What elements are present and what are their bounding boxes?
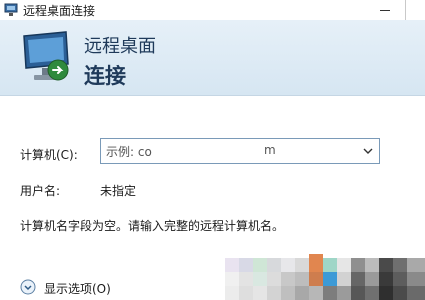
expand-circle-icon[interactable] <box>20 279 36 295</box>
computer-input-value-suffix[interactable]: m <box>264 143 276 157</box>
remote-desktop-icon <box>4 3 18 16</box>
pixelated-region <box>225 248 425 300</box>
username-label: 用户名: <box>20 184 61 198</box>
computer-input-value[interactable]: 示例: co <box>106 143 152 160</box>
header-title-line2: 连接 <box>84 64 126 88</box>
show-options-label[interactable]: 显示选项(O) <box>44 280 111 297</box>
status-message: 计算机名字段为空。请输入完整的远程计算机名。 <box>20 219 285 233</box>
title-bar: 远程桌面连接 <box>0 0 425 20</box>
minimize-button[interactable] <box>370 0 400 20</box>
computer-label: 计算机(C): <box>20 148 78 162</box>
remote-desktop-monitor-icon <box>23 31 69 81</box>
chevron-down-icon[interactable] <box>360 142 376 160</box>
header-title-line1: 远程桌面 <box>84 36 156 57</box>
redacted-region <box>230 141 260 161</box>
header-banner: 远程桌面 连接 <box>0 20 425 96</box>
username-value: 未指定 <box>100 184 137 198</box>
redacted-region <box>172 141 216 161</box>
window-controls-edge <box>405 0 425 20</box>
window-title: 远程桌面连接 <box>23 4 96 18</box>
